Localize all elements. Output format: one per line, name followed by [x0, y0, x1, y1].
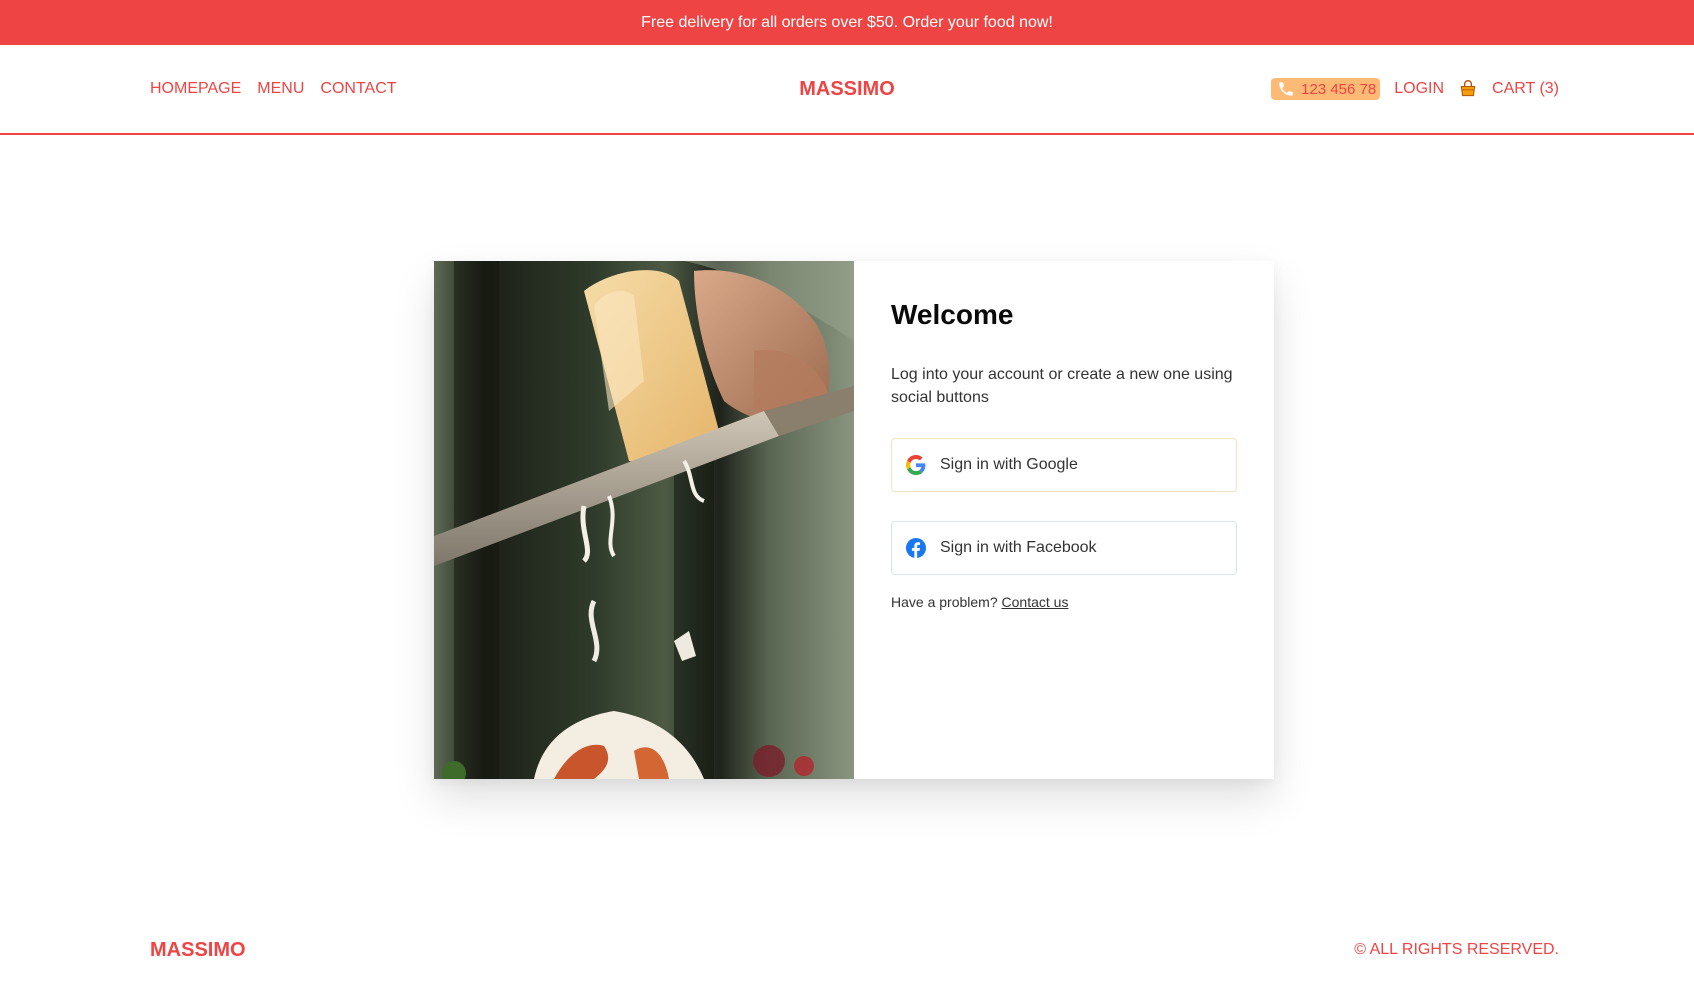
contact-us-link[interactable]: Contact us: [1002, 594, 1069, 610]
facebook-signin-label: Sign in with Facebook: [940, 539, 1097, 556]
phone-number: 123 456 78: [1301, 80, 1377, 98]
login-card: Welcome Log into your account or create …: [434, 261, 1274, 779]
main-nav: HOMEPAGE MENU CONTACT: [150, 45, 397, 133]
cart-label: CART (3): [1492, 80, 1559, 97]
footer-logo[interactable]: MASSIMO: [150, 930, 246, 970]
nav-link-homepage[interactable]: HOMEPAGE: [150, 80, 241, 98]
problem-text: Have a problem?: [891, 594, 998, 610]
header-logo[interactable]: MASSIMO: [799, 78, 895, 101]
welcome-title: Welcome: [891, 299, 1014, 330]
login-panel: Welcome Log into your account or create …: [854, 261, 1274, 779]
hero-photo: [434, 261, 854, 779]
nav-link-menu[interactable]: MENU: [257, 80, 304, 98]
facebook-icon: [906, 538, 926, 558]
login-description: Log into your account or create a new on…: [891, 366, 1233, 406]
site-header: HOMEPAGE MENU CONTACT MASSIMO 123 456 78…: [0, 45, 1694, 135]
phone-icon: [1279, 82, 1293, 96]
promo-banner: Free delivery for all orders over $50. O…: [0, 0, 1694, 45]
site-footer: MASSIMO © ALL RIGHTS RESERVED.: [0, 930, 1694, 970]
promo-banner-text: Free delivery for all orders over $50. O…: [641, 13, 1053, 31]
help-text: Have a problem? Contact us: [891, 594, 1237, 610]
google-icon: [906, 455, 926, 475]
login-link[interactable]: LOGIN: [1394, 80, 1444, 98]
cart-icon: [1458, 79, 1478, 99]
cart-link[interactable]: CART (3): [1458, 79, 1559, 99]
nav-link-contact[interactable]: CONTACT: [320, 80, 396, 98]
facebook-signin-button[interactable]: Sign in with Facebook: [891, 521, 1237, 575]
footer-copyright: © ALL RIGHTS RESERVED.: [1354, 941, 1559, 958]
google-signin-button[interactable]: Sign in with Google: [891, 438, 1237, 492]
google-signin-label: Sign in with Google: [940, 456, 1078, 473]
phone-badge[interactable]: 123 456 78: [1271, 78, 1381, 100]
header-actions: 123 456 78 LOGIN CART (3): [1271, 45, 1559, 133]
